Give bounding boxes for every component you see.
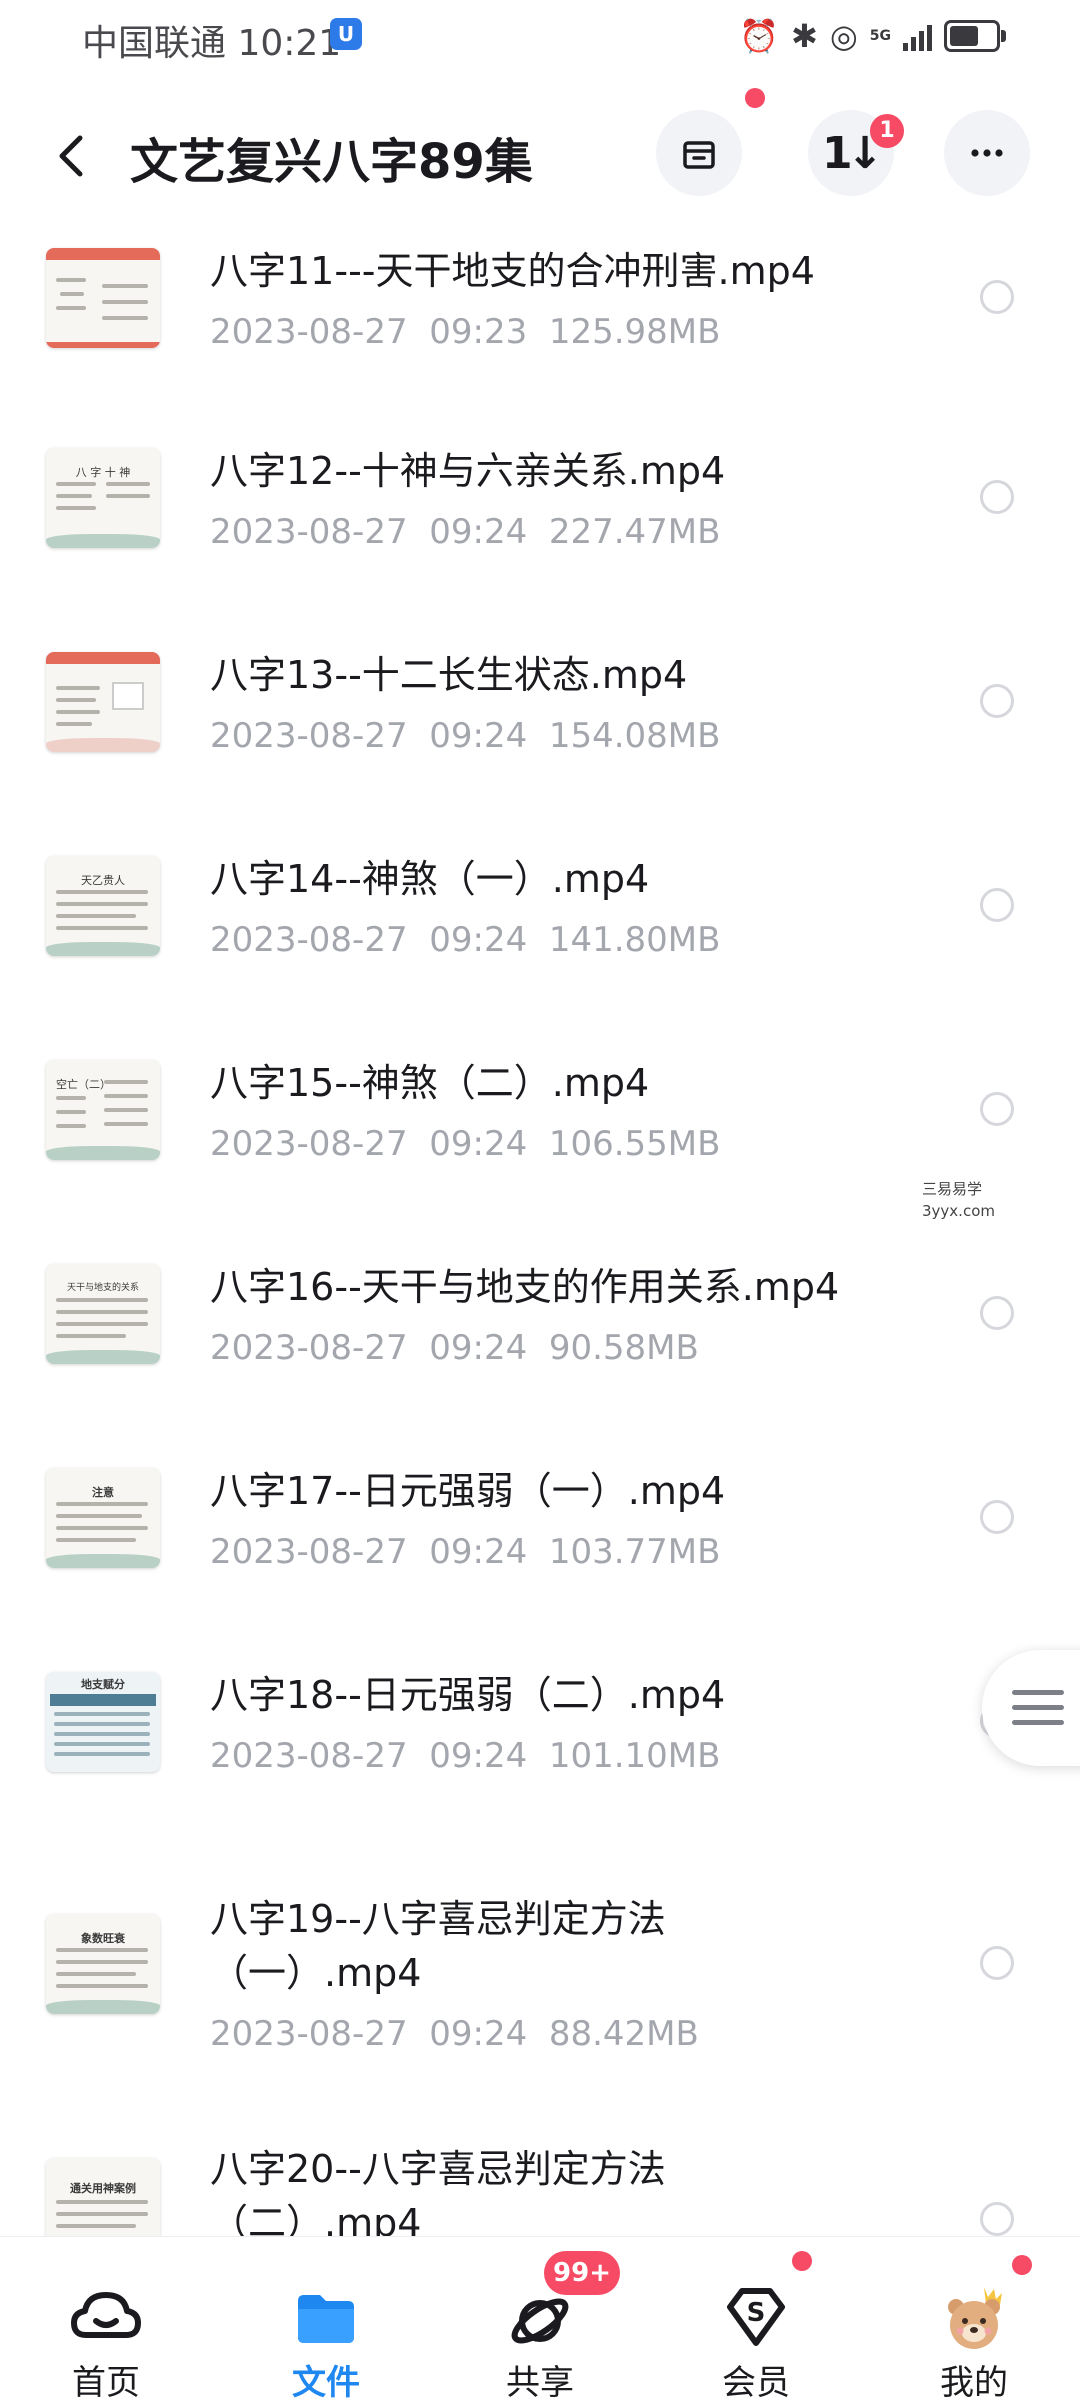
file-name: 八字19--八字喜忌判定方法（一）.mp4 bbox=[210, 1897, 666, 1995]
select-radio[interactable] bbox=[980, 1092, 1014, 1126]
bottom-nav: 首页 文件 99+ 共享 S 会员 我的 bbox=[0, 2236, 1080, 2403]
file-row[interactable]: 空亡（二） 八字15--神煞（二）.mp4 2023-08-27 09:24 1… bbox=[0, 1036, 1080, 1240]
chevron-left-icon bbox=[59, 135, 83, 177]
file-list: 八字11---天干地支的合冲刑害.mp4 2023-08-27 09:23 12… bbox=[0, 220, 1080, 2288]
svg-text:S: S bbox=[747, 2298, 766, 2328]
select-radio[interactable] bbox=[980, 480, 1014, 514]
video-thumbnail: 空亡（二） bbox=[46, 1060, 160, 1160]
file-row[interactable]: 天干与地支的关系 八字16--天干与地支的作用关系.mp4 2023-08-27… bbox=[0, 1240, 1080, 1444]
file-row[interactable]: 天乙贵人 八字14--神煞（一）.mp4 2023-08-27 09:24 14… bbox=[0, 832, 1080, 1036]
network-type: 5G bbox=[869, 28, 891, 44]
file-row[interactable]: 地支赋分 八字18--日元强弱（二）.mp4 2023-08-27 09:24 … bbox=[0, 1648, 1080, 1898]
select-radio[interactable] bbox=[980, 280, 1014, 314]
select-radio[interactable] bbox=[980, 888, 1014, 922]
file-row[interactable]: 八字13--十二长生状态.mp4 2023-08-27 09:24 154.08… bbox=[0, 628, 1080, 832]
archive-notice-dot bbox=[745, 88, 765, 108]
folder-icon bbox=[298, 2295, 354, 2343]
transfer-arrows-icon: 1↓ bbox=[822, 128, 884, 179]
video-thumbnail: 象数旺衰 bbox=[46, 1914, 160, 2014]
file-name: 八字18--日元强弱（二）.mp4 bbox=[210, 1673, 726, 1717]
file-name: 八字14--神煞（一）.mp4 bbox=[210, 857, 650, 901]
video-thumbnail: 八 字 十 神 bbox=[46, 448, 160, 548]
video-thumbnail: 天干与地支的关系 bbox=[46, 1264, 160, 1364]
archive-button[interactable] bbox=[656, 110, 742, 196]
battery-icon bbox=[944, 20, 1006, 52]
archive-box-icon bbox=[683, 141, 715, 169]
nav-vip[interactable]: S 会员 bbox=[676, 2237, 836, 2403]
file-row[interactable]: 八 字 十 神 八字12--十神与六亲关系.mp4 2023-08-27 09:… bbox=[0, 424, 1080, 628]
hotspot-icon: ◎ bbox=[829, 17, 858, 55]
top-header: 文艺复兴八字89集 1↓ 1 bbox=[0, 88, 1080, 210]
file-meta: 2023-08-27 09:24 227.47MB bbox=[210, 512, 721, 552]
file-meta: 2023-08-27 09:24 101.10MB bbox=[210, 1736, 721, 1776]
video-thumbnail: 注意 bbox=[46, 1468, 160, 1568]
back-button[interactable] bbox=[40, 124, 104, 188]
status-icons: ⏰ ✱ ◎ 5G bbox=[739, 14, 1006, 58]
video-thumbnail: 天乙贵人 bbox=[46, 856, 160, 956]
cloud-home-icon bbox=[71, 2292, 141, 2338]
nav-home[interactable]: 首页 bbox=[26, 2237, 186, 2403]
video-thumbnail bbox=[46, 652, 160, 752]
transfer-count-badge: 1 bbox=[870, 114, 904, 148]
file-name: 八字16--天干与地支的作用关系.mp4 bbox=[210, 1265, 840, 1309]
nav-me[interactable]: 我的 bbox=[894, 2237, 1054, 2403]
file-meta: 2023-08-27 09:24 90.58MB bbox=[210, 1328, 699, 1368]
select-radio[interactable] bbox=[980, 2202, 1014, 2236]
more-dots-icon bbox=[971, 149, 1003, 157]
carrier-app-badge: U bbox=[330, 18, 362, 50]
alarm-icon: ⏰ bbox=[739, 17, 780, 55]
select-radio[interactable] bbox=[980, 684, 1014, 718]
profile-notice-dot bbox=[1012, 2255, 1032, 2275]
signal-icon bbox=[903, 21, 932, 51]
video-thumbnail: 地支赋分 bbox=[46, 1672, 160, 1772]
file-meta: 2023-08-27 09:24 103.77MB bbox=[210, 1532, 721, 1572]
select-radio[interactable] bbox=[980, 1946, 1014, 1980]
file-row[interactable]: 注意 八字17--日元强弱（一）.mp4 2023-08-27 09:24 10… bbox=[0, 1444, 1080, 1648]
page-title: 文艺复兴八字89集 bbox=[130, 134, 533, 190]
site-watermark: 三易易学 3yyx.com bbox=[920, 1178, 1074, 1228]
bear-avatar-icon bbox=[948, 2287, 1002, 2349]
file-meta: 2023-08-27 09:24 88.42MB bbox=[210, 2014, 699, 2054]
carrier-time: 中国联通 10:21 bbox=[82, 23, 342, 64]
file-name: 八字11---天干地支的合冲刑害.mp4 bbox=[210, 249, 815, 293]
nav-files[interactable]: 文件 bbox=[246, 2237, 406, 2403]
file-meta: 2023-08-27 09:23 125.98MB bbox=[210, 312, 721, 352]
file-name: 八字12--十神与六亲关系.mp4 bbox=[210, 449, 726, 493]
file-meta: 2023-08-27 09:24 154.08MB bbox=[210, 716, 721, 756]
file-name: 八字15--神煞（二）.mp4 bbox=[210, 1061, 650, 1105]
file-name: 八字17--日元强弱（一）.mp4 bbox=[210, 1469, 726, 1513]
file-meta: 2023-08-27 09:24 141.80MB bbox=[210, 920, 721, 960]
file-name: 八字13--十二长生状态.mp4 bbox=[210, 653, 688, 697]
file-meta: 2023-08-27 09:24 106.55MB bbox=[210, 1124, 721, 1164]
share-count-badge: 99+ bbox=[544, 2251, 620, 2295]
select-radio[interactable] bbox=[980, 1500, 1014, 1534]
vip-notice-dot bbox=[792, 2251, 812, 2271]
file-row[interactable]: 八字11---天干地支的合冲刑害.mp4 2023-08-27 09:23 12… bbox=[0, 220, 1080, 424]
vip-diamond-icon: S bbox=[727, 2288, 785, 2346]
select-radio[interactable] bbox=[980, 1296, 1014, 1330]
file-name: 八字20--八字喜忌判定方法（二）.mp4 bbox=[210, 2147, 666, 2245]
video-thumbnail bbox=[46, 248, 160, 348]
file-row[interactable]: 象数旺衰 八字19--八字喜忌判定方法（一）.mp4 2023-08-27 09… bbox=[0, 1897, 1080, 2138]
nav-share[interactable]: 99+ 共享 bbox=[460, 2237, 620, 2403]
status-bar: 中国联通 10:21 U ⏰ ✱ ◎ 5G bbox=[0, 0, 1080, 76]
bluetooth-icon: ✱ bbox=[791, 17, 818, 55]
more-button[interactable] bbox=[944, 110, 1030, 196]
